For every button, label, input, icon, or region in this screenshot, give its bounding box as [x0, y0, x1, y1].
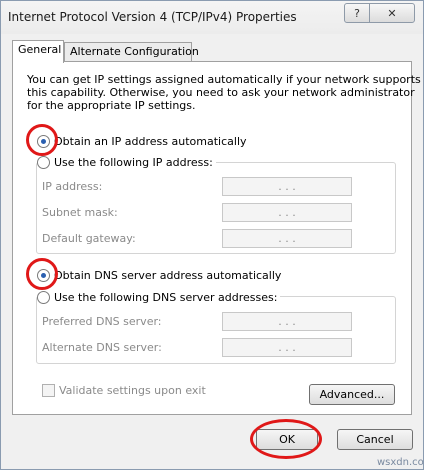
watermark: wsxdn.com — [377, 457, 424, 468]
dns-auto-radio[interactable]: Obtain DNS server address automatically — [37, 267, 281, 283]
close-button[interactable]: ✕ — [369, 3, 415, 23]
dns-manual-radio[interactable]: Use the following DNS server addresses: — [37, 289, 281, 305]
validate-checkbox-row[interactable]: Validate settings upon exit — [42, 382, 206, 398]
description-line: for the appropriate IP settings. — [27, 99, 196, 112]
preferred-dns-label: Preferred DNS server: — [42, 315, 162, 328]
general-panel: You can get IP settings assigned automat… — [12, 61, 421, 415]
ip-address-label: IP address: — [42, 180, 103, 193]
help-icon: ? — [354, 6, 360, 20]
default-gateway-label: Default gateway: — [42, 232, 136, 245]
window-title: Internet Protocol Version 4 (TCP/IPv4) P… — [8, 10, 297, 24]
tab-alternate-configuration[interactable]: Alternate Configuration — [64, 42, 199, 62]
validate-label: Validate settings upon exit — [59, 383, 206, 397]
advanced-button[interactable]: Advanced... — [309, 384, 395, 405]
alternate-dns-input[interactable]: . . . — [222, 338, 352, 357]
properties-dialog: Internet Protocol Version 4 (TCP/IPv4) P… — [0, 0, 424, 470]
radio-selected-icon[interactable] — [37, 134, 50, 148]
preferred-dns-input[interactable]: . . . — [222, 312, 352, 331]
default-gateway-input[interactable]: . . . — [222, 229, 352, 248]
ip-manual-label: Use the following IP address: — [54, 155, 213, 169]
subnet-mask-label: Subnet mask: — [42, 206, 118, 219]
close-icon: ✕ — [387, 6, 397, 20]
ip-auto-label: Obtain an IP address automatically — [54, 134, 247, 148]
validate-checkbox[interactable] — [42, 383, 55, 397]
ip-auto-radio[interactable]: Obtain an IP address automatically — [37, 133, 247, 149]
description-line: this capability. Otherwise, you need to … — [27, 86, 415, 99]
dns-manual-label: Use the following DNS server addresses: — [54, 290, 278, 304]
title-bar[interactable]: Internet Protocol Version 4 (TCP/IPv4) P… — [1, 1, 423, 34]
ip-address-input[interactable]: . . . — [222, 177, 352, 196]
subnet-mask-input[interactable]: . . . — [222, 203, 352, 222]
dns-auto-label: Obtain DNS server address automatically — [54, 268, 282, 282]
alternate-dns-label: Alternate DNS server: — [42, 341, 162, 354]
description-text: You can get IP settings assigned automat… — [27, 73, 421, 112]
tab-general[interactable]: General — [12, 40, 64, 63]
ok-button[interactable]: OK — [256, 429, 318, 450]
help-button[interactable]: ? — [344, 3, 370, 23]
description-line: You can get IP settings assigned automat… — [27, 73, 421, 86]
ip-manual-radio[interactable]: Use the following IP address: — [37, 154, 216, 170]
cancel-button[interactable]: Cancel — [337, 429, 413, 450]
radio-unselected-icon[interactable] — [37, 290, 50, 304]
radio-selected-icon[interactable] — [37, 268, 50, 282]
radio-unselected-icon[interactable] — [37, 155, 50, 169]
